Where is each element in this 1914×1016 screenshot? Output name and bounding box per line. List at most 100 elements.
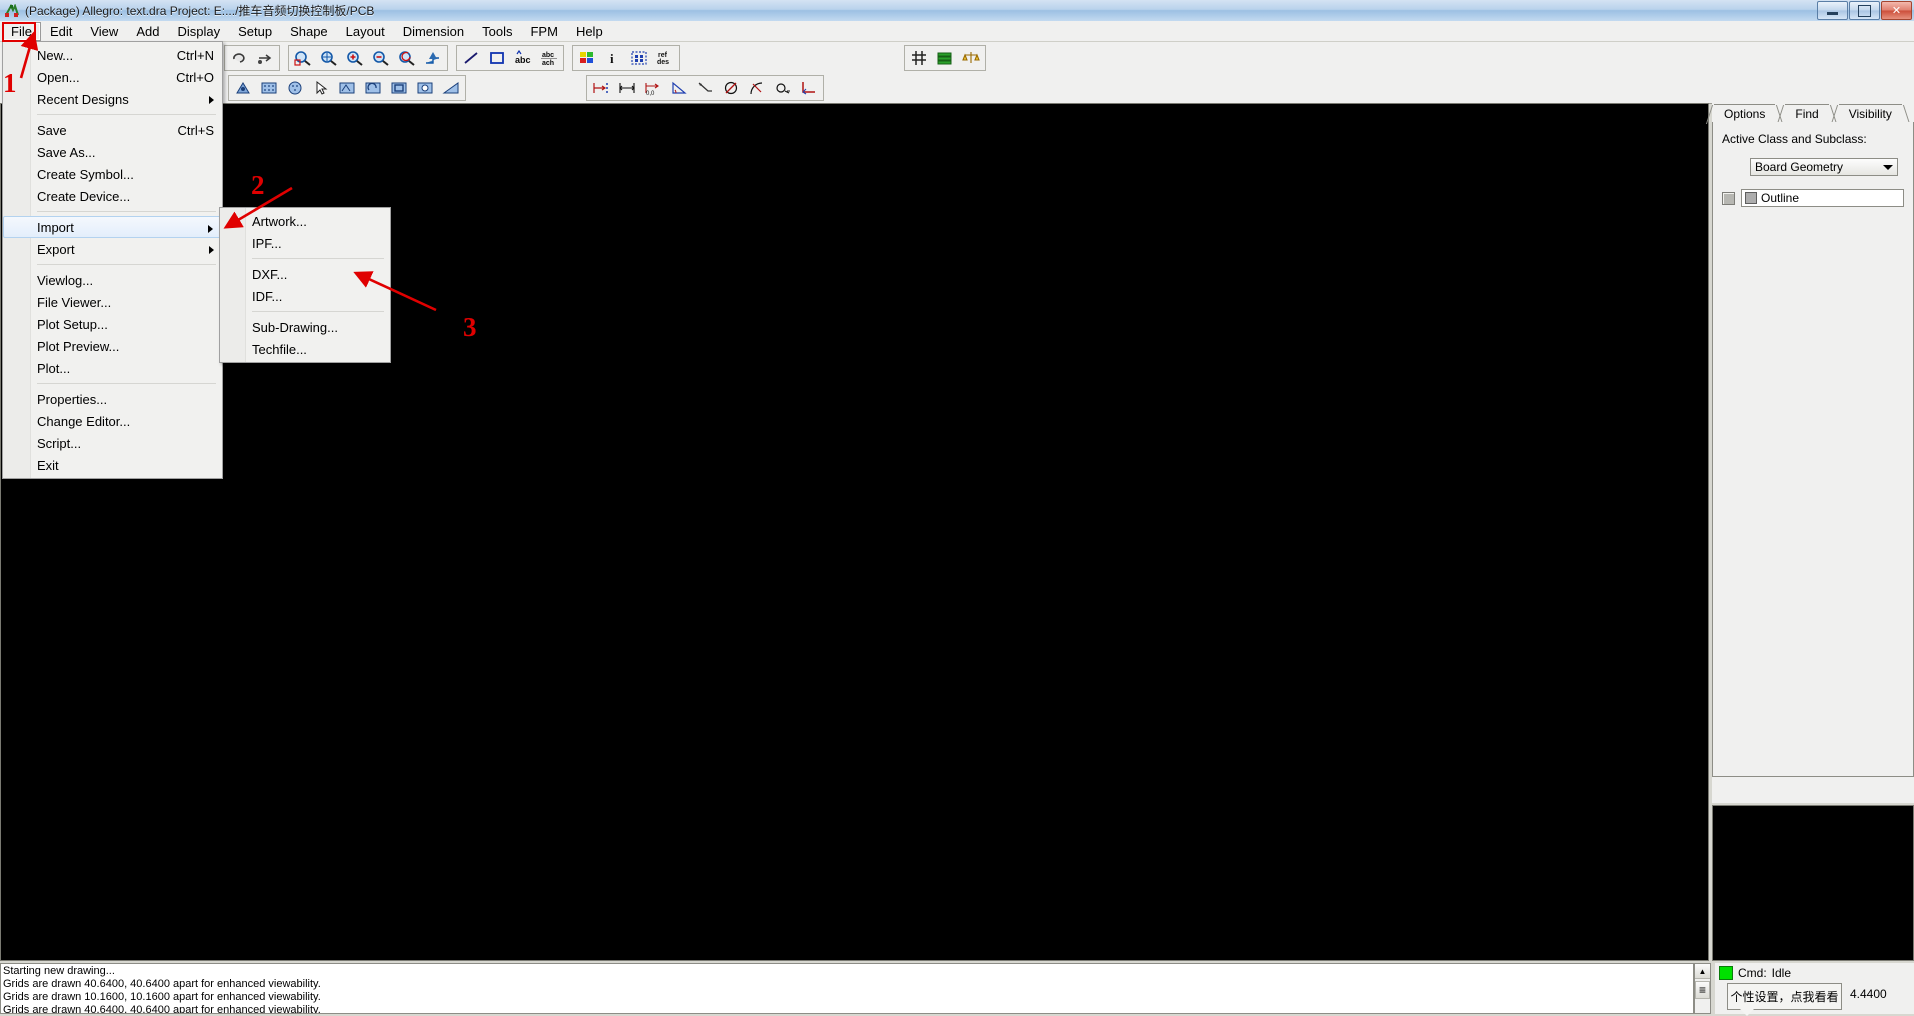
- console-scrollbar[interactable]: ▲ ≡: [1694, 963, 1711, 1014]
- submenu-item-idf[interactable]: IDF...: [220, 285, 390, 307]
- menu-view[interactable]: View: [81, 22, 127, 41]
- menu-shape[interactable]: Shape: [281, 22, 337, 41]
- menu-item-label: Create Symbol...: [37, 166, 134, 182]
- refdes-icon[interactable]: ref des: [653, 46, 677, 70]
- menu-layout[interactable]: Layout: [337, 22, 394, 41]
- shape-box-icon[interactable]: [387, 76, 411, 100]
- menu-display[interactable]: Display: [168, 22, 229, 41]
- scroll-up-icon[interactable]: ▲: [1695, 964, 1710, 979]
- menu-item-export[interactable]: Export: [3, 238, 222, 260]
- add-line-icon[interactable]: [459, 46, 483, 70]
- menu-item-viewlog[interactable]: Viewlog...: [3, 269, 222, 291]
- menu-item-new[interactable]: New... Ctrl+N: [3, 44, 222, 66]
- dim-angular-icon[interactable]: [667, 76, 691, 100]
- menu-item-label: Save As...: [37, 144, 96, 160]
- undo-icon[interactable]: [227, 46, 251, 70]
- toolbar-group-shapes: [228, 75, 466, 101]
- select-arrow-icon[interactable]: [309, 76, 333, 100]
- menu-item-create-symbol[interactable]: Create Symbol...: [3, 163, 222, 185]
- submenu-item-artwork[interactable]: Artwork...: [220, 210, 390, 232]
- menu-item-properties[interactable]: Properties...: [3, 388, 222, 410]
- zoom-previous-icon[interactable]: [395, 46, 419, 70]
- dim-datum-icon[interactable]: 0,0: [641, 76, 665, 100]
- dim-balloon-icon[interactable]: [797, 76, 821, 100]
- menu-item-save[interactable]: Save Ctrl+S: [3, 119, 222, 141]
- dim-linear-icon[interactable]: [589, 76, 613, 100]
- close-button[interactable]: ✕: [1881, 1, 1912, 20]
- zoom-world-icon[interactable]: [317, 46, 341, 70]
- menu-setup[interactable]: Setup: [229, 22, 281, 41]
- menu-tools[interactable]: Tools: [473, 22, 521, 41]
- world-view-panel[interactable]: [1712, 805, 1914, 961]
- right-control-panel: Options Find Visibility Active Class and…: [1712, 103, 1914, 803]
- zoom-out-icon[interactable]: [369, 46, 393, 70]
- menu-item-change-editor[interactable]: Change Editor...: [3, 410, 222, 432]
- menu-item-plot[interactable]: Plot...: [3, 357, 222, 379]
- tab-visibility[interactable]: Visibility: [1838, 104, 1902, 123]
- grid-toggle-icon[interactable]: [907, 46, 931, 70]
- tab-options[interactable]: Options: [1714, 104, 1776, 123]
- menu-item-open[interactable]: Open... Ctrl+O: [3, 66, 222, 88]
- constraints-icon[interactable]: [959, 46, 983, 70]
- console-line: Grids are drawn 40.6400, 40.6400 apart f…: [3, 1004, 321, 1014]
- menu-item-create-device[interactable]: Create Device...: [3, 185, 222, 207]
- subclass-combo[interactable]: Outline: [1741, 189, 1904, 207]
- dim-radius-icon[interactable]: [745, 76, 769, 100]
- menu-item-plot-preview[interactable]: Plot Preview...: [3, 335, 222, 357]
- dim-diameter-icon[interactable]: [719, 76, 743, 100]
- shape-edit-icon[interactable]: [335, 76, 359, 100]
- add-rect-icon[interactable]: [485, 46, 509, 70]
- color-layers-icon[interactable]: [575, 46, 599, 70]
- tab-find[interactable]: Find: [1785, 104, 1829, 123]
- menu-item-plot-setup[interactable]: Plot Setup...: [3, 313, 222, 335]
- menu-edit[interactable]: Edit: [41, 22, 81, 41]
- shape-circle-icon[interactable]: [283, 76, 307, 100]
- minimize-button[interactable]: [1817, 1, 1848, 20]
- submenu-item-dxf[interactable]: DXF...: [220, 263, 390, 285]
- menu-item-label: Plot...: [37, 360, 71, 376]
- dim-leader-icon[interactable]: [693, 76, 717, 100]
- scroll-thumb[interactable]: ≡: [1695, 981, 1710, 999]
- menu-item-label: Change Editor...: [37, 413, 131, 429]
- shape-rotate-icon[interactable]: [361, 76, 385, 100]
- submenu-item-ipf[interactable]: IPF...: [220, 232, 390, 254]
- dim-chamfer-icon[interactable]: [771, 76, 795, 100]
- menu-item-accel: Ctrl+O: [176, 69, 214, 85]
- shape-add-icon[interactable]: [231, 76, 255, 100]
- command-console[interactable]: Starting new drawing... Grids are drawn …: [0, 963, 1694, 1014]
- menu-help[interactable]: Help: [567, 22, 612, 41]
- subclass-visibility-checkbox[interactable]: [1722, 191, 1735, 205]
- active-class-combo[interactable]: Board Geometry: [1750, 158, 1898, 176]
- restore-button[interactable]: [1849, 1, 1880, 20]
- menu-dimension[interactable]: Dimension: [394, 22, 473, 41]
- menu-item-exit[interactable]: Exit: [3, 454, 222, 476]
- zoom-points-icon[interactable]: [421, 46, 445, 70]
- submenu-item-techfile[interactable]: Techfile...: [220, 338, 390, 360]
- cmd-label: Cmd:: [1738, 966, 1767, 980]
- dim-box-icon[interactable]: [627, 46, 651, 70]
- menu-item-label: Viewlog...: [37, 272, 94, 288]
- submenu-item-sub-drawing[interactable]: Sub-Drawing...: [220, 316, 390, 338]
- menu-separator: [37, 383, 216, 384]
- add-text-icon[interactable]: abc: [511, 46, 535, 70]
- menu-item-save-as[interactable]: Save As...: [3, 141, 222, 163]
- menu-add[interactable]: Add: [127, 22, 168, 41]
- property-info-icon[interactable]: i: [601, 46, 625, 70]
- menu-item-label: Plot Setup...: [37, 316, 108, 332]
- menu-item-label: Create Device...: [37, 188, 131, 204]
- menu-item-recent-designs[interactable]: Recent Designs: [3, 88, 222, 110]
- dim-baseline-icon[interactable]: [615, 76, 639, 100]
- menu-item-import[interactable]: Import: [3, 216, 222, 238]
- menu-item-script[interactable]: Script...: [3, 432, 222, 454]
- change-text-icon[interactable]: abc ach: [537, 46, 561, 70]
- layer-stack-icon[interactable]: [933, 46, 957, 70]
- zoom-fit-icon[interactable]: [291, 46, 315, 70]
- shape-rect-icon[interactable]: [257, 76, 281, 100]
- shape-void-icon[interactable]: [413, 76, 437, 100]
- menu-fpm[interactable]: FPM: [521, 22, 566, 41]
- redo-icon[interactable]: [253, 46, 277, 70]
- zoom-in-icon[interactable]: [343, 46, 367, 70]
- menu-item-file-viewer[interactable]: File Viewer...: [3, 291, 222, 313]
- shape-fill-icon[interactable]: [439, 76, 463, 100]
- submenu-item-label: IPF...: [252, 235, 282, 251]
